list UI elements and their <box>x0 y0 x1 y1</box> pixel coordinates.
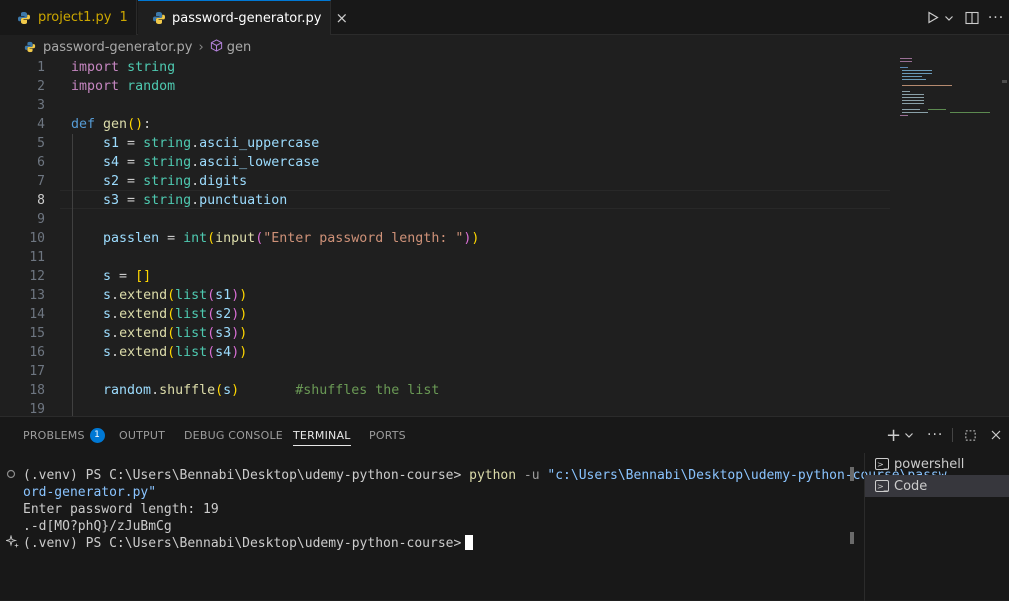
code-line-18: random.shuffle(s) #shuffles the list <box>103 383 440 398</box>
line-number: 2 <box>37 79 45 94</box>
terminal-line-2: ord-generator.py" <box>23 485 157 500</box>
sparkle-icon <box>4 534 20 552</box>
maximize-panel-icon[interactable] <box>964 417 977 453</box>
line-number-active: 8 <box>37 193 45 208</box>
code-line-7: s2 = string.digits <box>103 174 248 189</box>
terminal-scrollbar-mark <box>850 467 854 481</box>
line-number: 12 <box>29 269 45 284</box>
breadcrumb-symbol[interactable]: gen <box>227 40 252 55</box>
line-number: 1 <box>37 60 45 75</box>
tab-output[interactable]: OUTPUT <box>119 417 165 453</box>
tab-label: project1.py <box>38 10 112 25</box>
terminal-icon: >_ <box>875 458 889 470</box>
code-line-1: import string <box>71 60 176 75</box>
tab-ports[interactable]: PORTS <box>369 417 406 453</box>
code-line-16: s.extend(list(s4)) <box>103 345 248 360</box>
command-success-circle-icon <box>6 469 16 482</box>
code-line-12: s = [] <box>103 269 152 284</box>
code-editor[interactable]: 1 2 3 4 5 6 7 8 9 10 11 12 13 14 15 16 1… <box>0 58 1009 416</box>
code-line-6: s4 = string.ascii_lowercase <box>103 155 320 170</box>
python-file-icon <box>152 10 166 26</box>
panel-more-actions-icon[interactable]: ··· <box>927 417 943 453</box>
line-number: 18 <box>29 383 45 398</box>
editor-scrollbar[interactable] <box>1002 80 1007 83</box>
line-number: 5 <box>37 136 45 151</box>
line-number: 4 <box>37 117 45 132</box>
terminal-instance-list: >_ powershell >_ Code <box>864 453 1009 601</box>
terminal-output[interactable]: (.venv) PS C:\Users\Bennabi\Desktop\udem… <box>0 463 947 601</box>
terminal-item-label: Code <box>894 478 928 494</box>
tab-terminal[interactable]: TERMINAL <box>293 417 351 453</box>
close-panel-icon[interactable] <box>990 417 1002 453</box>
terminal-item-powershell[interactable]: >_ powershell <box>865 453 1009 475</box>
new-terminal-icon[interactable]: + <box>886 417 901 453</box>
line-number: 11 <box>29 250 45 265</box>
code-line-13: s.extend(list(s1)) <box>103 288 248 303</box>
method-cube-icon <box>210 38 223 56</box>
more-actions-icon[interactable]: ··· <box>986 0 1006 35</box>
line-number: 17 <box>29 364 45 379</box>
tab-project1[interactable]: project1.py 1 <box>0 0 137 35</box>
line-number: 15 <box>29 326 45 341</box>
breadcrumb: password-generator.py › gen <box>0 36 1009 58</box>
line-number: 3 <box>37 98 45 113</box>
line-number: 7 <box>37 174 45 189</box>
terminal-item-code[interactable]: >_ Code <box>865 475 1009 497</box>
editor-tab-bar: project1.py 1 password-generator.py × ··… <box>0 0 1009 35</box>
terminal-dropdown-chevron-icon[interactable] <box>904 417 914 453</box>
terminal-line-4: .-d[MO?phQ}/zJuBmCg <box>23 519 172 534</box>
code-line-10: passlen = int(input("Enter password leng… <box>103 231 480 246</box>
code-line-14: s.extend(list(s2)) <box>103 307 248 322</box>
breadcrumb-separator: › <box>198 39 204 55</box>
terminal-line-1: (.venv) PS C:\Users\Bennabi\Desktop\udem… <box>23 468 947 483</box>
problem-count-badge: 1 <box>119 10 128 25</box>
run-dropdown-chevron-icon[interactable] <box>942 0 956 35</box>
bottom-panel: PROBLEMS 1 OUTPUT DEBUG CONSOLE TERMINAL … <box>0 416 1009 601</box>
line-number: 10 <box>29 231 45 246</box>
python-file-icon <box>24 41 38 53</box>
code-line-2: import random <box>71 79 176 94</box>
breadcrumb-file[interactable]: password-generator.py <box>43 40 193 55</box>
close-tab-icon[interactable]: × <box>336 9 349 27</box>
terminal-scrollbar-mark <box>850 532 854 544</box>
terminal-cursor <box>465 535 474 550</box>
run-icon[interactable] <box>924 0 942 35</box>
terminal-line-3: Enter password length: 19 <box>23 502 219 517</box>
terminal-icon: >_ <box>875 480 889 492</box>
line-number: 6 <box>37 155 45 170</box>
code-line-4: def gen(): <box>71 117 152 132</box>
split-editor-icon[interactable] <box>963 0 981 35</box>
line-number: 9 <box>37 212 45 227</box>
tab-label: password-generator.py <box>172 10 322 26</box>
code-line-5: s1 = string.ascii_uppercase <box>103 136 320 151</box>
tab-password-generator[interactable]: password-generator.py × <box>138 0 348 35</box>
panel-divider <box>952 417 953 453</box>
tab-debug-console[interactable]: DEBUG CONSOLE <box>184 417 283 453</box>
code-line-8: s3 = string.punctuation <box>103 193 288 208</box>
minimap[interactable] <box>898 58 998 118</box>
line-number: 19 <box>29 402 45 416</box>
terminal-prompt-line: (.venv) PS C:\Users\Bennabi\Desktop\udem… <box>23 535 474 552</box>
terminal-item-label: powershell <box>894 456 965 472</box>
line-number: 16 <box>29 345 45 360</box>
tab-problems[interactable]: PROBLEMS 1 <box>23 417 105 453</box>
line-number: 14 <box>29 307 45 322</box>
code-line-15: s.extend(list(s3)) <box>103 326 248 341</box>
python-file-icon <box>16 10 32 26</box>
problems-count-badge: 1 <box>89 427 105 443</box>
line-number: 13 <box>29 288 45 303</box>
